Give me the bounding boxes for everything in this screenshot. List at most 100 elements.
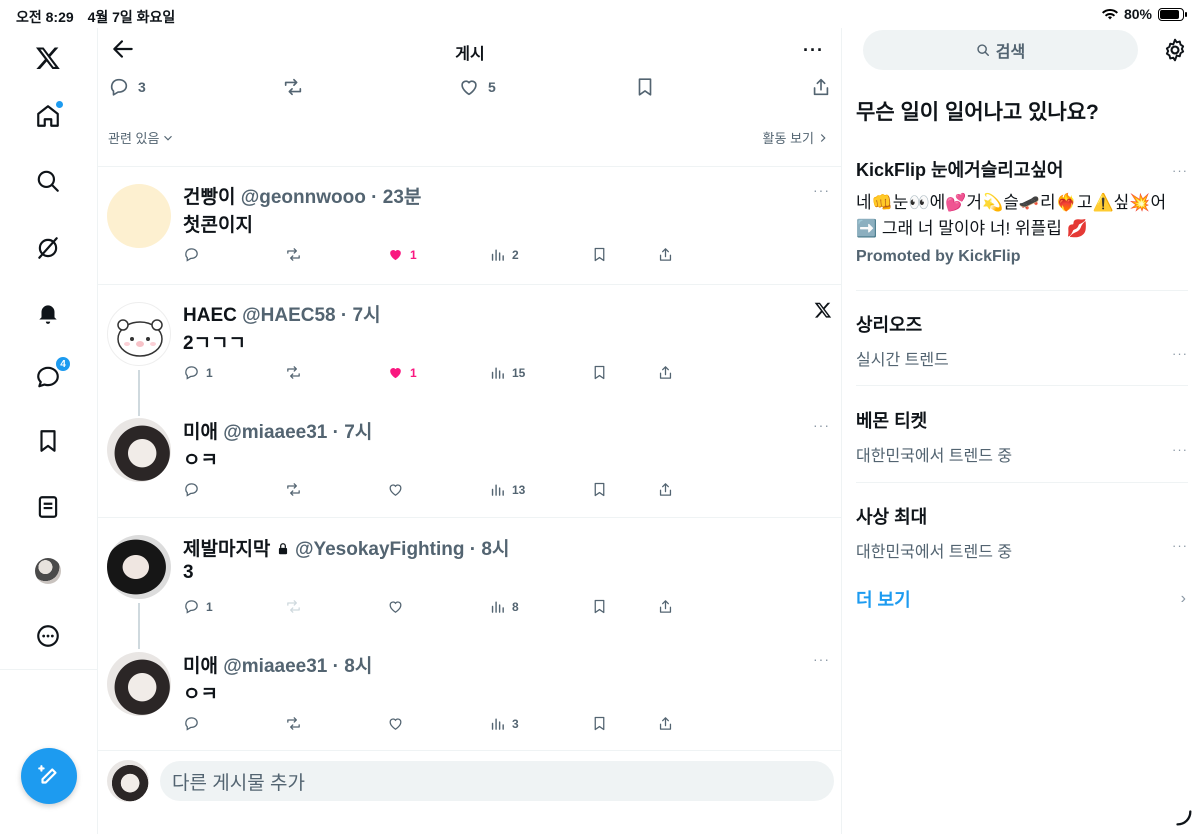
share-button[interactable] (810, 76, 832, 98)
post-time[interactable]: 8시 (344, 656, 372, 677)
trend-item[interactable]: 베몬 티켓 대한민국에서 트렌드 중 (856, 407, 1188, 466)
avatar[interactable] (107, 302, 171, 366)
reply-text: 3 (183, 562, 194, 583)
repost-icon (287, 483, 300, 496)
search-icon[interactable] (33, 166, 63, 196)
x-logo-icon[interactable] (33, 43, 63, 73)
author-handle[interactable]: @HAEC58 (242, 305, 336, 326)
reply-button[interactable] (183, 481, 206, 498)
bookmark-button[interactable] (591, 481, 608, 498)
trend-more-button[interactable]: ··· (1172, 538, 1188, 553)
author-handle[interactable]: @miaaee31 (223, 422, 327, 443)
reply-button[interactable] (183, 246, 206, 263)
repost-button[interactable] (285, 481, 302, 498)
reply-stats: 1 2 (183, 246, 683, 268)
like-button[interactable]: 1 (387, 364, 417, 381)
share-button[interactable] (657, 598, 674, 615)
reply-button[interactable]: 3 (108, 76, 146, 98)
reply-icon (185, 600, 198, 614)
author-name[interactable]: 미애 (183, 656, 218, 677)
search-input[interactable]: 검색 (863, 30, 1138, 70)
avatar[interactable] (107, 652, 171, 716)
repost-button[interactable] (285, 364, 302, 381)
bookmark-button[interactable] (591, 364, 608, 381)
author-name[interactable]: 미애 (183, 422, 218, 443)
reply-button[interactable] (183, 715, 206, 732)
author-name[interactable]: 건빵이 (183, 187, 235, 208)
notifications-icon[interactable] (33, 298, 63, 328)
trend-item[interactable]: 상리오즈 실시간 트렌드 (856, 311, 1188, 370)
views-button[interactable]: 2 (489, 246, 519, 263)
share-button[interactable] (657, 715, 674, 732)
trend-item[interactable]: 사상 최대 대한민국에서 트렌드 중 (856, 503, 1188, 562)
reply-item[interactable]: 미애 @miaaee31 · 8시 ㅇㅋ ··· 3 (98, 649, 842, 753)
divider (98, 517, 842, 518)
bookmark-icon (638, 78, 652, 96)
avatar[interactable] (107, 184, 171, 248)
post-time[interactable]: 23분 (383, 187, 422, 208)
like-button[interactable] (387, 715, 410, 732)
bookmark-button[interactable] (591, 246, 608, 263)
status-date: 4월 7일 화요일 (87, 9, 176, 25)
compose-button[interactable] (21, 748, 77, 804)
reply-icon (185, 248, 198, 262)
home-icon[interactable] (33, 101, 63, 131)
trend-more-button[interactable]: ··· (1172, 442, 1188, 457)
like-button[interactable]: 1 (387, 246, 417, 263)
reply-more-button[interactable]: ··· (813, 417, 830, 433)
share-button[interactable] (657, 481, 674, 498)
promo-more-button[interactable]: ··· (1172, 163, 1188, 178)
promoted-trend[interactable]: KickFlip 눈에거슬리고싶어 네👊눈👀에💕거💫슬🛹리❤️‍🔥고⚠️싶💥어 … (856, 156, 1188, 266)
like-button[interactable] (387, 598, 410, 615)
gear-icon[interactable] (1162, 37, 1188, 63)
like-button[interactable]: 5 (458, 76, 496, 98)
more-menu-button[interactable]: ··· (803, 40, 824, 61)
reply-stats: 1 1 15 (183, 364, 683, 386)
trend-name: 베몬 티켓 (856, 411, 928, 431)
views-button[interactable]: 15 (489, 364, 525, 381)
more-options-icon[interactable] (33, 621, 63, 651)
like-button[interactable] (387, 481, 410, 498)
post-time[interactable]: 7시 (353, 305, 381, 326)
author-handle[interactable]: @geonnwooo (241, 187, 366, 208)
views-button[interactable]: 13 (489, 481, 525, 498)
avatar[interactable] (107, 418, 171, 482)
author-handle[interactable]: @miaaee31 (223, 656, 327, 677)
messages-icon[interactable]: 4 (33, 356, 71, 392)
author-name[interactable]: HAEC (183, 305, 237, 326)
trend-more-button[interactable]: ··· (1172, 346, 1188, 361)
reply-button[interactable]: 1 (183, 598, 213, 615)
trend-name: 사상 최대 (856, 507, 928, 527)
repost-button[interactable] (285, 246, 302, 263)
repost-button[interactable] (282, 76, 304, 98)
author-handle[interactable]: @YesokayFighting (295, 539, 465, 560)
bookmark-button[interactable] (634, 76, 656, 98)
share-button[interactable] (657, 364, 674, 381)
grok-icon[interactable] (33, 233, 63, 263)
repost-button[interactable] (285, 715, 302, 732)
post-time[interactable]: 8시 (481, 539, 509, 560)
lists-icon[interactable] (33, 492, 63, 522)
bookmarks-icon[interactable] (33, 426, 63, 456)
reply-text: ㅇㅋ (183, 684, 218, 705)
sort-dropdown[interactable]: 관련 있음 (108, 128, 175, 147)
view-activity-link[interactable]: 활동 보기 (763, 128, 830, 147)
post-time[interactable]: 7시 (344, 422, 372, 443)
avatar[interactable] (107, 535, 171, 599)
reply-item[interactable]: 미애 @miaaee31 · 7시 ㅇㅋ ··· 13 (98, 415, 842, 519)
reply-item[interactable]: HAEC @HAEC58 · 7시 2ㄱㄱㄱ 1 1 15 (98, 298, 842, 416)
views-button[interactable]: 3 (489, 715, 519, 732)
author-name[interactable]: 제발마지막 (183, 539, 270, 560)
bookmark-button[interactable] (591, 715, 608, 732)
add-post-input[interactable]: 다른 게시물 추가 (160, 761, 834, 801)
share-button[interactable] (657, 246, 674, 263)
reply-more-button[interactable]: ··· (813, 182, 830, 198)
show-more-link[interactable]: 더 보기 (856, 586, 911, 612)
bookmark-button[interactable] (591, 598, 608, 615)
profile-avatar[interactable] (33, 556, 63, 586)
reply-button[interactable]: 1 (183, 364, 213, 381)
views-button[interactable]: 8 (489, 598, 519, 615)
reply-item[interactable]: 건빵이 @geonnwooo · 23분 첫콘이지 ··· 1 2 (98, 180, 842, 284)
reply-more-button[interactable]: ··· (813, 651, 830, 667)
reply-item[interactable]: 제발마지막 @YesokayFighting · 8시 3 1 8 (98, 532, 842, 649)
